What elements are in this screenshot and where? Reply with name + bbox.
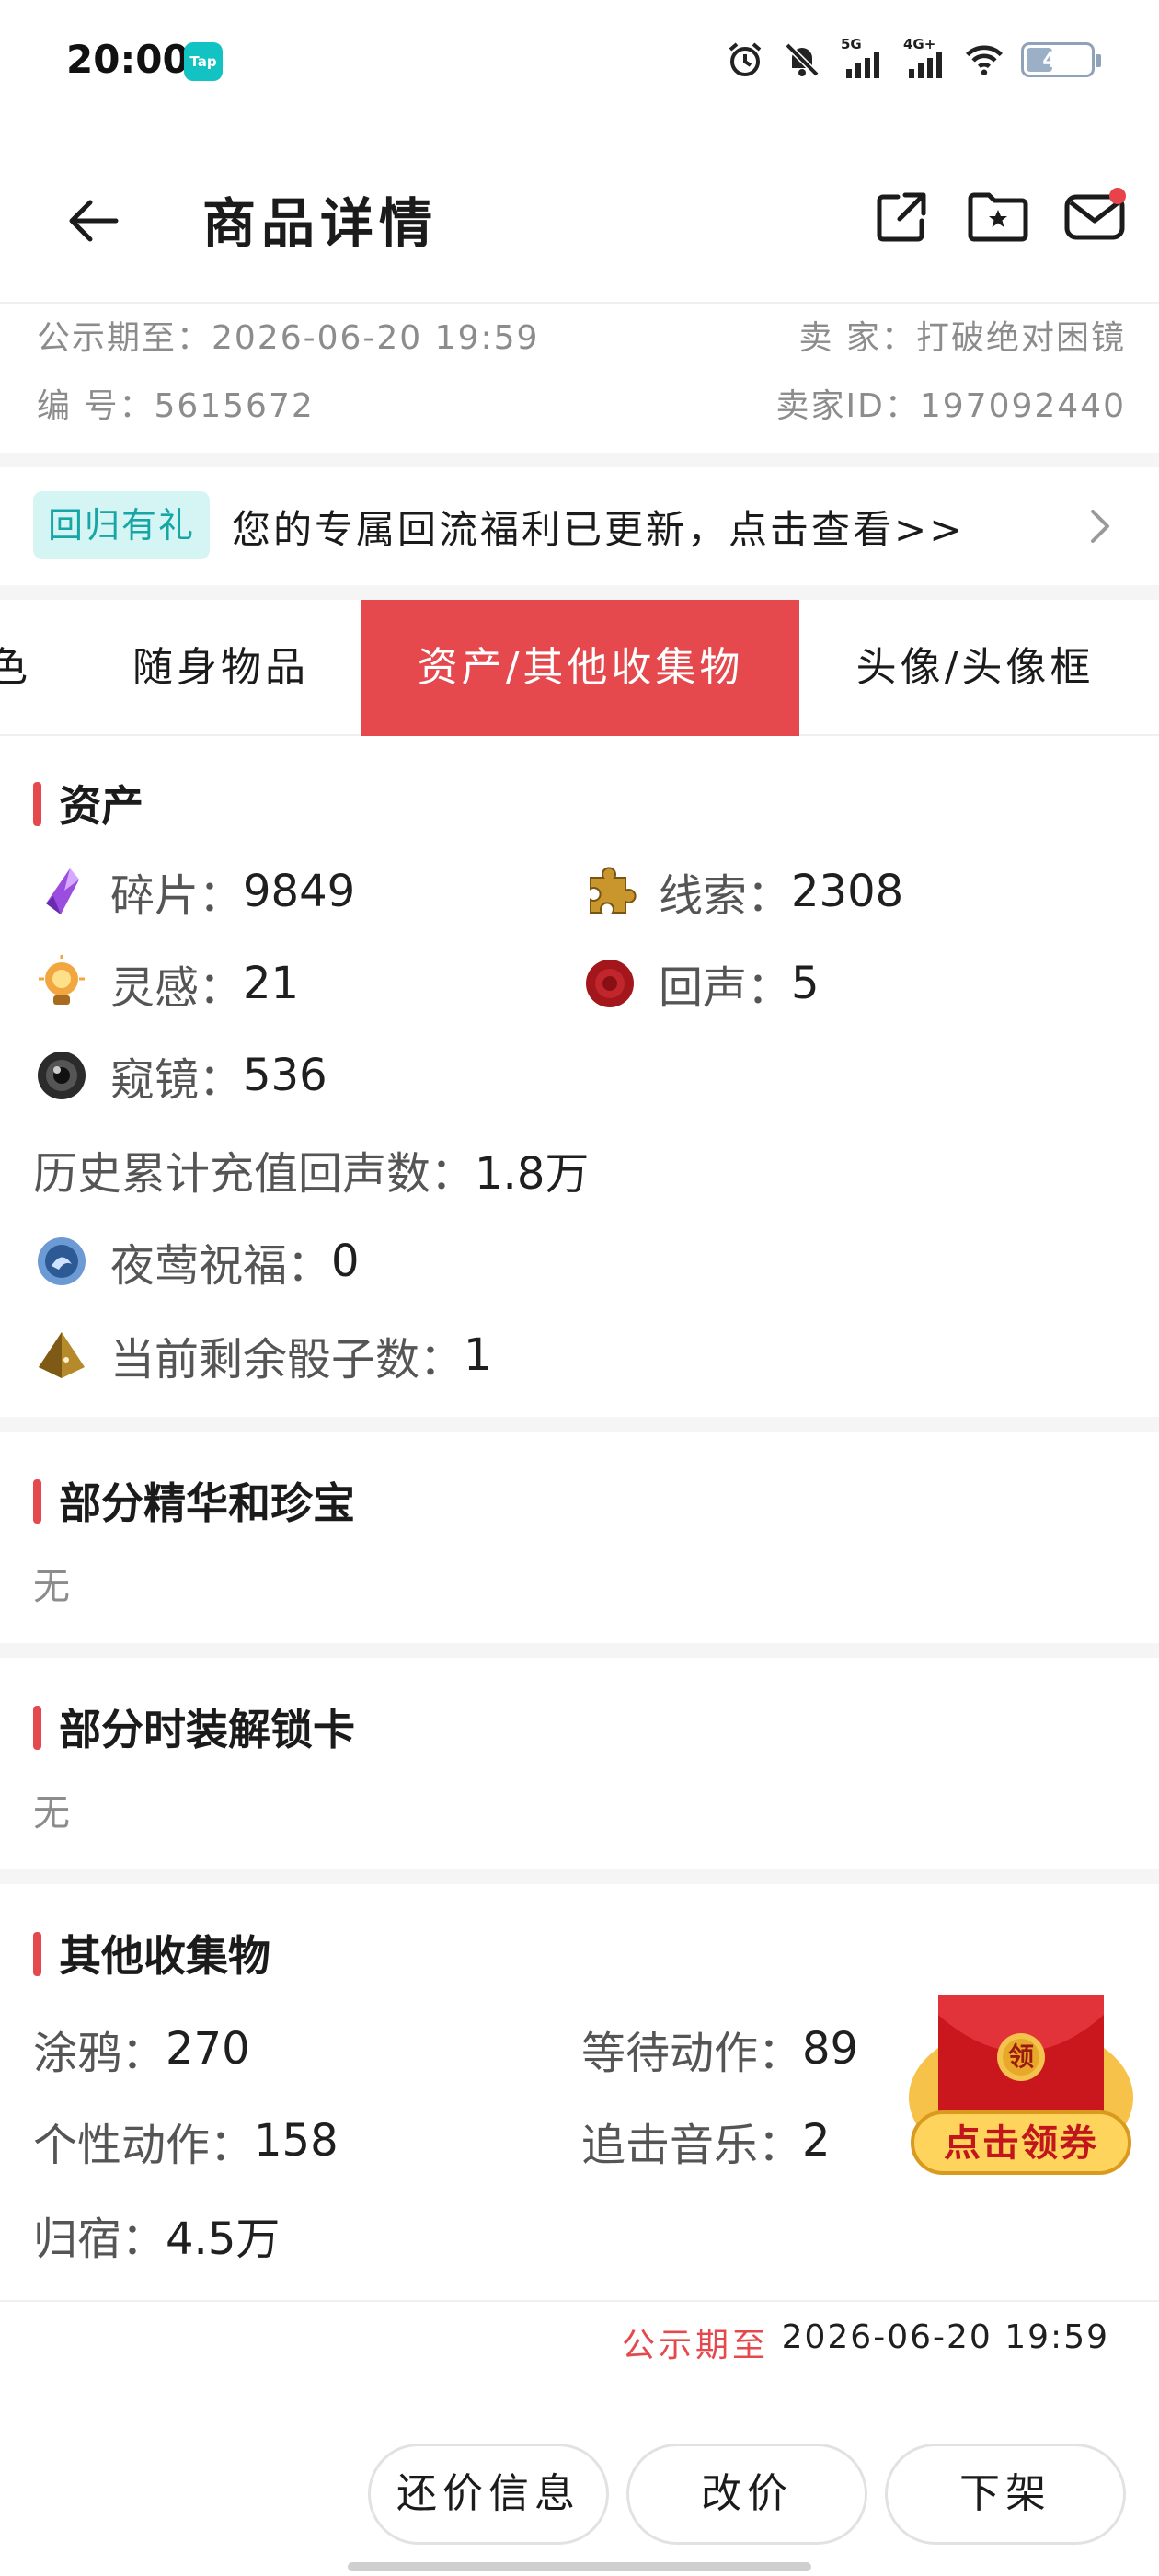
signal-5g-icon: 5G (839, 36, 885, 80)
asset-clues: 线索： 2308 (581, 859, 903, 924)
messages-button[interactable] (1058, 180, 1131, 254)
publicity-label: 公示期至 (622, 2327, 770, 2364)
meta-row-1: 公示期至：2026-06-20 19:59 卖 家：打破绝对困镜 (0, 304, 1159, 359)
chevron-right-icon (1091, 510, 1109, 543)
publicity-date: 2026-06-20 19:59 (781, 2318, 1109, 2356)
asset-dice-remaining: 当前剩余骰子数： 1 (33, 1323, 492, 1387)
collectible-personal-actions: 个性动作： 158 (33, 2115, 339, 2171)
status-bar: 20:00 Tap 5G 4G+ 40 (0, 0, 1159, 120)
lightbulb-icon (39, 955, 85, 1005)
serial-number: 编 号：5615672 (37, 387, 315, 425)
essence-empty: 无 (33, 1566, 70, 1608)
battery-icon: 40 (1021, 42, 1101, 77)
asset-shards: 碎片： 9849 (33, 859, 355, 924)
asset-echo: 回声： 5 (581, 951, 820, 1016)
divider (0, 1643, 1159, 1658)
back-arrow-icon (69, 200, 119, 242)
asset-inspiration: 灵感： 21 (33, 951, 299, 1016)
wifi-icon (964, 40, 1004, 80)
promo-text: 您的专属回流福利已更新，点击查看>> (232, 507, 965, 552)
wax-seal-icon (586, 960, 634, 1007)
status-time: 20:00 (66, 37, 189, 82)
share-button[interactable] (865, 180, 938, 254)
purple-crystal-icon (46, 868, 79, 914)
collectible-chase-music: 追击音乐： 2 (581, 2115, 831, 2171)
return-benefit-banner[interactable]: 回归有礼 您的专属回流福利已更新，点击查看>> (0, 467, 1159, 585)
change-price-button[interactable]: 改价 (626, 2444, 867, 2545)
category-tabs: 色 随身物品 资产/其他收集物 头像/头像框 (0, 600, 1159, 736)
home-indicator[interactable] (348, 2562, 811, 2571)
coupon-seal-text: 领 (1007, 2041, 1034, 2072)
mute-bell-icon (782, 40, 822, 80)
signal-4g-icon: 4G+ (901, 36, 947, 80)
divider (0, 1869, 1159, 1884)
page-title: 商品详情 (202, 192, 439, 255)
seller-name: 卖 家：打破绝对困镜 (798, 319, 1126, 357)
collectible-home: 归宿： 4.5万 (33, 2214, 281, 2265)
asset-nightingale-blessing: 夜莺祝福： 0 (33, 1229, 360, 1294)
costume-empty: 无 (33, 1792, 70, 1834)
back-button[interactable] (57, 184, 131, 258)
publicity-footer: 公示期至 2026-06-20 19:59 (0, 2300, 1159, 2374)
section-title-collectibles: 其他收集物 (33, 1923, 270, 1984)
section-title-costume-cards: 部分时装解锁卡 (33, 1696, 355, 1757)
tab-assets-collectibles[interactable]: 资产/其他收集物 (361, 600, 799, 736)
asset-total-echo-recharged: 历史累计充值回声数： 1.8万 (33, 1148, 590, 1200)
take-down-button[interactable]: 下架 (885, 2444, 1126, 2545)
counter-offer-button[interactable]: 还价信息 (368, 2444, 609, 2545)
divider (0, 453, 1159, 467)
share-icon (877, 192, 926, 242)
asset-lens: 窥镜： 536 (33, 1043, 327, 1108)
divider (0, 1417, 1159, 1432)
dice-icon (39, 1332, 85, 1378)
tab-carried-items[interactable]: 随身物品 (92, 600, 350, 736)
folder-star-icon (968, 192, 1028, 242)
seller-id: 卖家ID：197092440 (775, 387, 1126, 425)
favorite-folder-button[interactable] (961, 180, 1035, 254)
nightingale-orb-icon (38, 1237, 86, 1285)
section-title-assets: 资产 (33, 773, 143, 834)
claim-coupon-button[interactable]: 领 点击领券 (901, 1987, 1141, 2190)
puzzle-piece-icon (590, 867, 637, 914)
promo-badge: 回归有礼 (33, 491, 211, 559)
meta-row-2: 编 号：5615672 卖家ID：197092440 (0, 372, 1159, 427)
publicity-deadline: 公示期至：2026-06-20 19:59 (37, 319, 540, 357)
collectible-graffiti: 涂鸦： 270 (33, 2023, 250, 2079)
tab-role[interactable]: 色 (0, 600, 37, 736)
alarm-icon (725, 40, 765, 80)
tab-avatar-frame[interactable]: 头像/头像框 (828, 600, 1122, 736)
app-header: 商品详情 (0, 156, 1159, 304)
tap-app-icon: Tap (184, 42, 223, 81)
lens-icon (38, 1052, 86, 1099)
collectible-idle-actions: 等待动作： 89 (581, 2023, 859, 2079)
section-title-essence: 部分精华和珍宝 (33, 1470, 355, 1531)
coupon-label: 点击领券 (944, 2122, 1098, 2165)
unread-dot (1109, 188, 1126, 204)
divider (0, 585, 1159, 600)
